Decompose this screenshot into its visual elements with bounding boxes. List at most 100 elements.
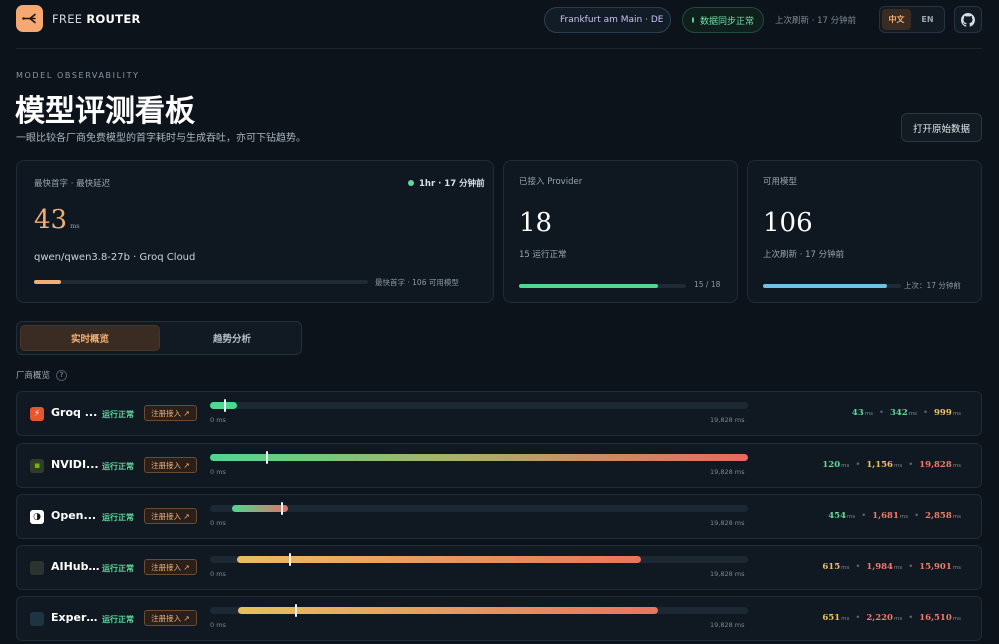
register-link-button[interactable]: 注册接入 ↗ [144, 508, 197, 524]
lang-zh-button[interactable]: 中文 [882, 9, 911, 30]
providers-card: 已接入 Provider 18 15 运行正常 15 / 18 [503, 160, 738, 303]
open-raw-data-button[interactable]: 打开原始数据 [901, 113, 982, 142]
sync-status-pill[interactable]: 数据同步正常 [682, 7, 764, 33]
brand-name: FREE ROUTER [52, 12, 141, 26]
providers-value: 18 [519, 208, 553, 238]
latency-values: 43ms • 342ms • 999ms [852, 408, 961, 418]
max-latency: 15,901ms [919, 562, 961, 572]
header-divider [16, 48, 982, 49]
value-separator: • [855, 562, 861, 572]
router-glyph [22, 13, 36, 24]
fastest-label: 最快首字 · 最快延迟 [34, 179, 111, 189]
providers-progress-fill [519, 284, 659, 288]
latency-range-bar [210, 399, 748, 412]
fastest-progress [34, 280, 368, 284]
eyebrow: MODEL OBSERVABILITY [16, 71, 140, 80]
median-marker [224, 399, 227, 412]
median-latency: 342ms [890, 408, 917, 418]
median-marker [288, 553, 291, 566]
fastest-value: 43 ms [34, 205, 80, 235]
fastest-model: qwen/qwen3.8-27b · Groq Cloud [34, 252, 196, 263]
provider-status: 运行正常 [102, 410, 134, 419]
provider-name[interactable]: Open... [51, 509, 101, 522]
scale-min-label: 0 ms [210, 570, 226, 578]
value-separator: • [923, 408, 929, 418]
language-toggle: 中文 EN [879, 6, 945, 33]
register-link-button[interactable]: 注册接入 ↗ [144, 405, 197, 421]
scale-min-label: 0 ms [210, 519, 226, 527]
tab-trend-analysis[interactable]: 趋势分析 [165, 325, 299, 351]
value-separator: • [914, 511, 920, 521]
section-title: 厂商概览 ? [16, 369, 68, 381]
provider-name[interactable]: Groq ... [51, 406, 101, 419]
value-separator: • [908, 562, 914, 572]
scale-min-label: 0 ms [210, 416, 226, 424]
github-button[interactable] [954, 6, 982, 33]
provider-status: 运行正常 [102, 564, 134, 573]
models-card: 可用模型 106 上次刷新 · 17 分钟前 上次：17 分钟前 [747, 160, 982, 303]
page-title: 模型评测看板 [15, 94, 195, 129]
latency-values: 454ms • 1,681ms • 2,858ms [828, 511, 961, 521]
status-dot-icon [692, 17, 694, 23]
latency-values: 651ms • 2,220ms • 16,510ms [822, 613, 961, 623]
scale-max-label: 19,828 ms [710, 570, 745, 578]
latency-range-bar [210, 502, 748, 515]
provider-row[interactable]: ⚡ Groq ... 运行正常 注册接入 ↗ 0 ms 19,828 ms 43ms • 342… [16, 391, 982, 436]
page-subtitle: 一眼比较各厂商免费模型的首字耗时与生成吞吐，亦可下钻趋势。 [16, 133, 306, 144]
models-progress-fill [763, 284, 888, 288]
register-link-button[interactable]: 注册接入 ↗ [144, 610, 197, 626]
median-latency: 1,681ms [872, 511, 909, 521]
provider-row[interactable]: ◑ Open... 运行正常 注册接入 ↗ 0 ms 19,828 ms 454ms • 1,6… [16, 494, 982, 539]
latency-range-fill [210, 454, 748, 461]
register-link-button[interactable]: 注册接入 ↗ [144, 559, 197, 575]
providers-sub: 15 运行正常 [519, 250, 567, 260]
tab-live-overview[interactable]: 实时概览 [20, 325, 160, 351]
provider-logo-icon [30, 612, 44, 626]
value-separator: • [861, 511, 867, 521]
value-separator: • [855, 613, 861, 623]
value-separator: • [908, 460, 914, 470]
models-sub: 上次刷新 · 17 分钟前 [763, 250, 845, 260]
value-separator: • [879, 408, 885, 418]
scale-min-label: 0 ms [210, 468, 226, 476]
providers-progress [519, 284, 686, 288]
providers-footer: 15 / 18 [694, 280, 721, 289]
median-latency: 1,984ms [866, 562, 903, 572]
provider-name[interactable]: NVIDI... [51, 458, 101, 471]
scale-max-label: 19,828 ms [710, 621, 745, 629]
lang-en-button[interactable]: EN [913, 9, 942, 30]
models-progress [763, 284, 901, 288]
provider-logo-icon: ▪ [30, 459, 44, 473]
provider-logo-icon: ⚡ [30, 407, 44, 421]
scale-min-label: 0 ms [210, 621, 226, 629]
register-link-button[interactable]: 注册接入 ↗ [144, 457, 197, 473]
median-latency: 1,156ms [866, 460, 903, 470]
min-latency: 120ms [822, 460, 850, 470]
latency-range-fill [236, 556, 642, 563]
provider-row[interactable]: AIHub... 运行正常 注册接入 ↗ 0 ms 19,828 ms 615ms • 1,9… [16, 545, 982, 590]
latency-values: 120ms • 1,156ms • 19,828ms [822, 460, 961, 470]
value-separator: • [908, 613, 914, 623]
location-pill[interactable]: Frankfurt am Main · DE [544, 7, 671, 33]
provider-name[interactable]: Experi... [51, 611, 101, 624]
provider-row[interactable]: ▪ NVIDI... 运行正常 注册接入 ↗ 0 ms 19,828 ms 120ms • 1,… [16, 443, 982, 488]
provider-status: 运行正常 [102, 513, 134, 522]
models-footer: 上次：17 分钟前 [904, 281, 961, 290]
scale-max-label: 19,828 ms [710, 519, 745, 527]
fastest-footer: 最快首字 · 106 可用模型 [375, 278, 459, 287]
provider-status: 运行正常 [102, 615, 134, 624]
sync-status-label: 数据同步正常 [699, 16, 754, 27]
help-icon[interactable]: ? [56, 369, 68, 381]
min-latency: 454ms [828, 511, 856, 521]
models-value: 106 [763, 208, 813, 238]
provider-row[interactable]: Experi... 运行正常 注册接入 ↗ 0 ms 19,828 ms 651ms • 2,… [16, 596, 982, 641]
provider-name[interactable]: AIHub... [51, 560, 101, 573]
latency-values: 615ms • 1,984ms • 15,901ms [822, 562, 961, 572]
last-refresh: 上次刷新 · 17 分钟前 [775, 16, 857, 26]
view-tabs: 实时概览 趋势分析 [16, 321, 302, 355]
logo-icon[interactable] [16, 5, 43, 32]
min-latency: 615ms [822, 562, 850, 572]
providers-label: 已接入 Provider [519, 177, 583, 187]
fastest-progress-fill [34, 280, 61, 284]
provider-status: 运行正常 [102, 462, 134, 471]
